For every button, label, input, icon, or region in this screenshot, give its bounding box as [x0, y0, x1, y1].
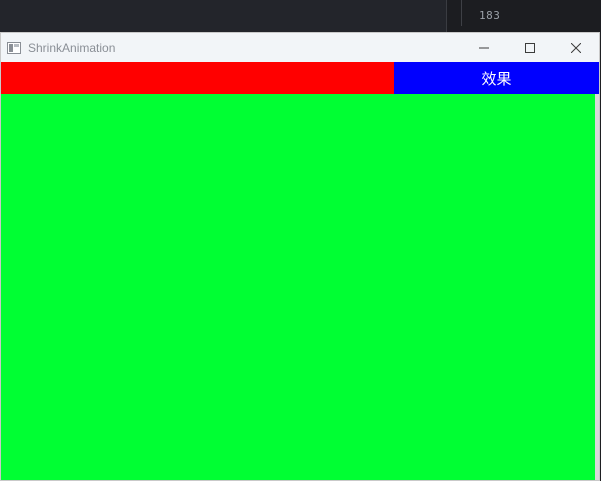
red-panel	[1, 62, 394, 94]
effect-button[interactable]: 效果	[394, 62, 599, 94]
background-code-pane	[447, 0, 601, 33]
maximize-icon	[525, 38, 535, 57]
background-code-text: 183	[479, 9, 501, 22]
right-edge-strip	[595, 94, 599, 480]
background-gutter-line	[461, 0, 462, 26]
background-editor: 183	[0, 0, 601, 34]
top-row: 效果	[1, 62, 599, 94]
window-controls	[461, 33, 599, 62]
window-title: ShrinkAnimation	[28, 40, 116, 55]
background-editor-area	[0, 0, 446, 34]
minimize-button[interactable]	[461, 33, 507, 62]
close-button[interactable]	[553, 33, 599, 62]
minimize-icon	[479, 38, 489, 57]
app-window-icon	[7, 41, 21, 54]
window-client-area: 效果	[1, 62, 599, 480]
screen: 183 ShrinkAnimation 效果	[0, 0, 601, 481]
green-content-area	[1, 94, 595, 480]
shrink-animation-window[interactable]: ShrinkAnimation 效果	[0, 32, 600, 481]
title-bar[interactable]: ShrinkAnimation	[1, 33, 599, 62]
maximize-button[interactable]	[507, 33, 553, 62]
close-icon	[570, 38, 582, 57]
